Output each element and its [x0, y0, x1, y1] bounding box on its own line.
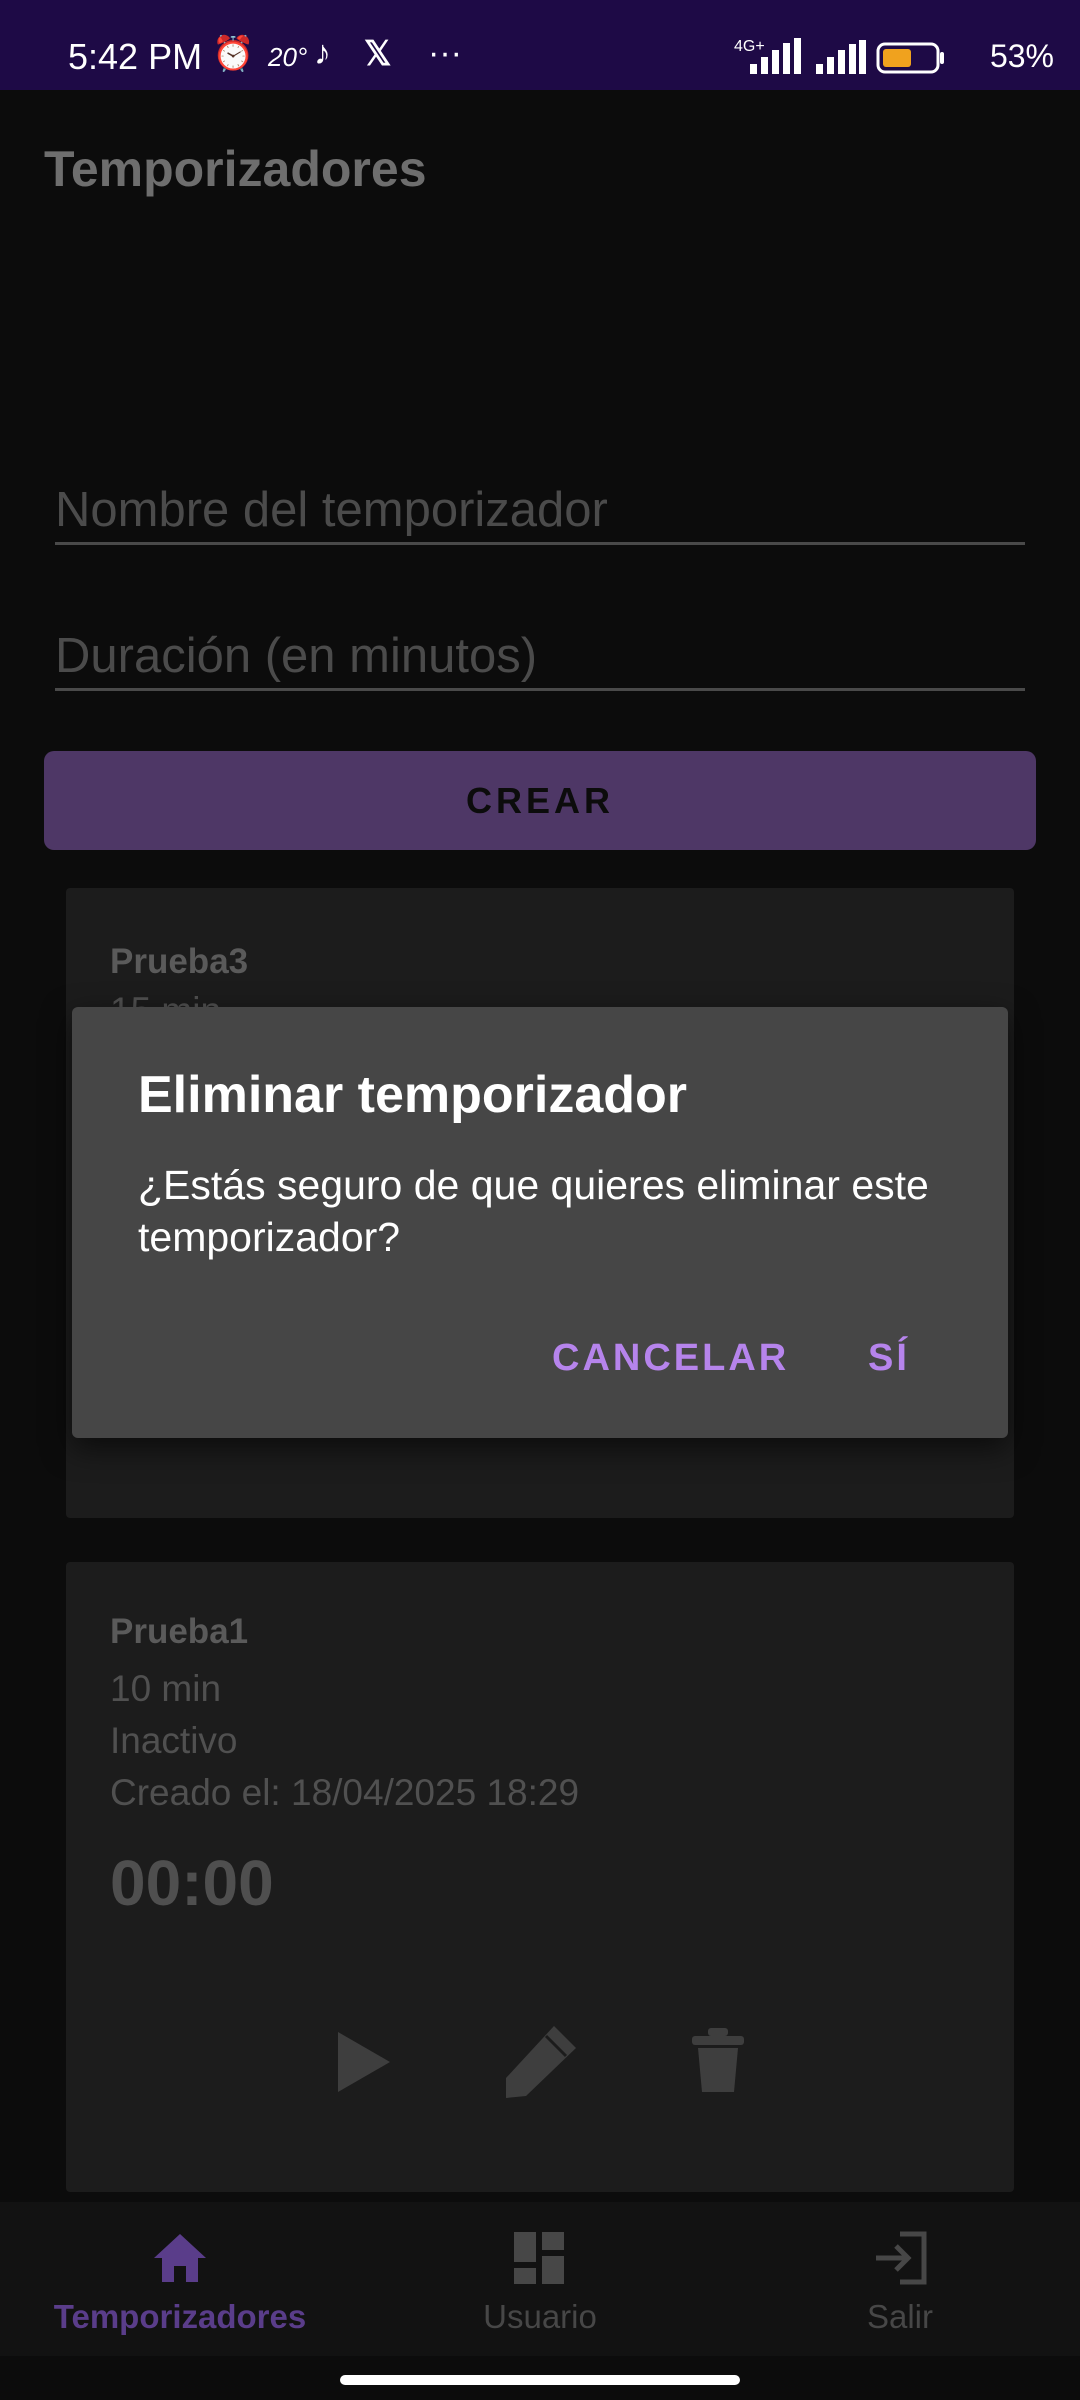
- timer-name-placeholder: Nombre del temporizador: [55, 483, 608, 537]
- gesture-bar[interactable]: [340, 2375, 740, 2385]
- nav-label: Salir: [866, 2298, 934, 2335]
- timer-duration: 10 min: [110, 1668, 222, 1709]
- more-icon: ···: [428, 34, 462, 72]
- cancel-button[interactable]: CANCELAR: [552, 1337, 789, 1380]
- timer-name: Prueba3: [110, 942, 249, 981]
- status-time: 5:42 PM: [68, 36, 203, 77]
- delete-dialog: Eliminar temporizador ¿Estás seguro de q…: [72, 1007, 1008, 1438]
- play-icon[interactable]: [334, 2028, 394, 2096]
- delete-icon[interactable]: [690, 2028, 746, 2094]
- status-bar: 5:42 PM ⏰ 20° ♪ 𝕏 ··· 4G+ 53%: [0, 0, 1080, 90]
- alarm-icon: ⏰: [212, 35, 255, 73]
- tiktok-icon: ♪: [314, 34, 331, 72]
- nav-item-usuario[interactable]: Usuario: [360, 2202, 720, 2356]
- login-icon: [876, 2231, 927, 2285]
- dashboard-icon: [514, 2232, 564, 2284]
- create-button[interactable]: CREAR: [44, 751, 1036, 850]
- edit-icon[interactable]: [502, 2024, 578, 2100]
- bottom-navigation: Temporizadores Usuario Salir: [0, 2202, 1080, 2356]
- signal-icon: [750, 38, 801, 74]
- timer-countdown: 00:00: [110, 1847, 274, 1919]
- duration-placeholder: Duración (en minutos): [55, 629, 538, 683]
- dialog-title: Eliminar temporizador: [138, 1066, 687, 1124]
- duration-field[interactable]: Duración (en minutos): [55, 618, 1025, 691]
- dialog-message: ¿Estás seguro de que quieres eliminar es…: [138, 1162, 929, 1260]
- page-title: Temporizadores: [44, 141, 427, 197]
- nav-label: Temporizadores: [53, 2298, 307, 2335]
- confirm-button[interactable]: SÍ: [868, 1337, 910, 1380]
- timer-name: Prueba1: [110, 1612, 249, 1651]
- battery-percent: 53%: [989, 38, 1054, 74]
- nav-item-temporizadores[interactable]: Temporizadores: [0, 2202, 360, 2356]
- nav-label: Usuario: [483, 2298, 597, 2335]
- timer-status: Inactivo: [110, 1720, 238, 1761]
- timer-created: Creado el: 18/04/2025 18:29: [110, 1772, 580, 1813]
- home-icon: [154, 2234, 206, 2282]
- timer-name-field[interactable]: Nombre del temporizador: [55, 472, 1025, 545]
- battery-icon: [876, 42, 944, 74]
- x-icon: 𝕏: [364, 35, 392, 73]
- timer-card: Prueba1 10 min Inactivo Creado el: 18/04…: [66, 1562, 1014, 2192]
- signal-icon-2: [816, 40, 866, 74]
- weather-temp: 20°: [268, 42, 308, 72]
- nav-item-salir[interactable]: Salir: [720, 2202, 1080, 2356]
